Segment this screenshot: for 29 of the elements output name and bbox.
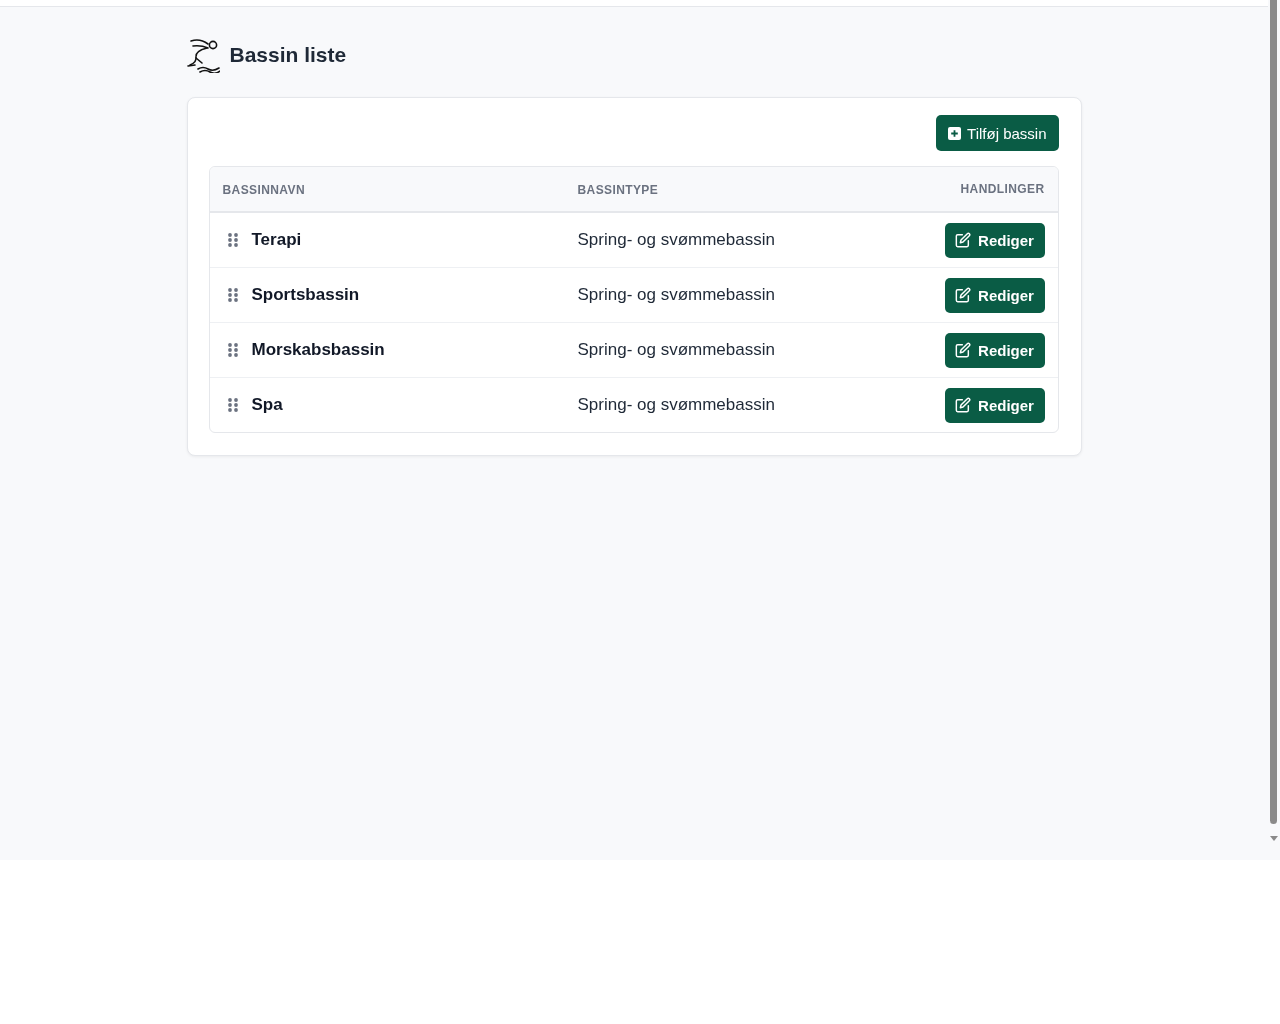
column-header: BASSINTYPE (577, 183, 659, 197)
edit-icon (955, 397, 972, 413)
edit-button[interactable]: Rediger (944, 332, 1045, 368)
pool-type: Spring- og svømmebassin (577, 285, 775, 304)
pool-name: Spa (251, 395, 283, 415)
scrollbar-thumb[interactable] (1270, 0, 1277, 824)
edit-button[interactable]: Rediger (944, 387, 1045, 423)
plus-square-icon (948, 126, 962, 140)
column-header: BASSINNAVN (222, 183, 305, 197)
pool-type: Spring- og svømmebassin (577, 340, 775, 359)
pool-name: Terapi (251, 230, 302, 250)
pool-name: Sportsbassin (251, 285, 360, 305)
edit-button[interactable]: Rediger (944, 277, 1045, 313)
page-title: Bassin liste (229, 43, 347, 67)
drag-handle-icon[interactable] (227, 233, 238, 247)
add-pool-button[interactable]: Tilføj bassin (936, 115, 1059, 151)
edit-icon (955, 287, 972, 303)
swimmer-logo-icon (185, 37, 220, 73)
drag-handle-icon[interactable] (227, 288, 238, 302)
pool-name: Morskabsbassin (251, 340, 385, 360)
pool-type: Spring- og svømmebassin (577, 230, 775, 249)
edit-button[interactable]: Rediger (944, 222, 1045, 258)
scroll-down-arrow-icon[interactable] (1269, 836, 1279, 842)
pool-type: Spring- og svømmebassin (577, 395, 775, 414)
drag-handle-icon[interactable] (227, 398, 238, 412)
column-header: HANDLINGER (960, 182, 1045, 196)
edit-icon (955, 342, 972, 358)
edit-icon (955, 232, 972, 248)
drag-handle-icon[interactable] (227, 343, 238, 357)
